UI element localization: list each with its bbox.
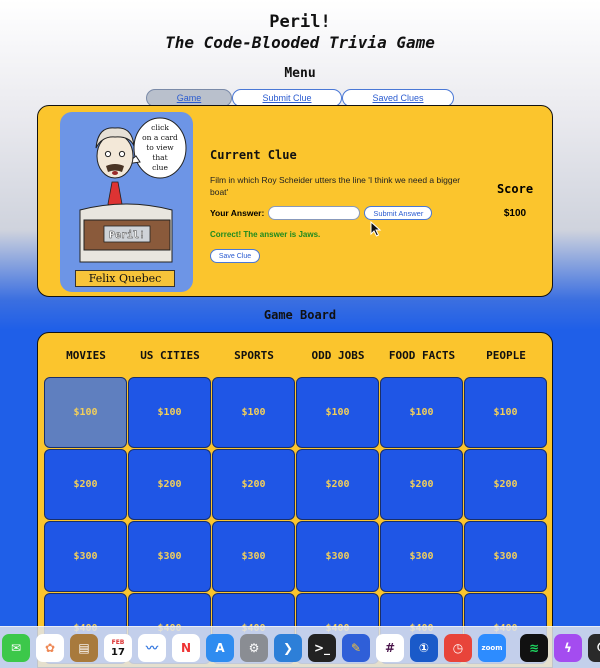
game-board: MOVIES US CITIES SPORTS ODD JOBS FOOD FA… [37, 332, 553, 668]
calendar-day: 17 [111, 646, 125, 658]
clue-text: Film in which Roy Scheider utters the li… [210, 175, 461, 197]
clue-panel: click on a card to view that clue Peril!… [37, 105, 553, 297]
category-row: MOVIES US CITIES SPORTS ODD JOBS FOOD FA… [44, 349, 552, 363]
system-settings-icon[interactable]: ⚙ [240, 633, 268, 662]
macos-dock: ✉ ✿ ▤ FEB 17 〰 N A ⚙ ❯ >_ ✎ # ① ◷ zoom ≋… [0, 626, 600, 668]
slack-icon[interactable]: # [376, 633, 404, 662]
app-store-icon[interactable]: A [206, 633, 234, 662]
clue-card[interactable]: $300 [212, 521, 295, 592]
host-caption: Felix Quebec [75, 270, 175, 287]
category-movies: MOVIES [66, 349, 106, 362]
zoom-icon[interactable]: zoom [478, 633, 506, 662]
save-clue-button[interactable]: Save Clue [210, 249, 260, 263]
clue-card[interactable]: $200 [44, 449, 127, 520]
clue-card[interactable]: $300 [44, 521, 127, 592]
clock-icon[interactable]: ◷ [444, 633, 472, 662]
pencil-app-icon[interactable]: ✎ [342, 633, 370, 662]
host-portrait: click on a card to view that clue Peril!… [60, 112, 193, 292]
clue-card[interactable]: $300 [380, 521, 463, 592]
app-subtitle: The Code-Blooded Trivia Game [165, 33, 435, 52]
clue-grid: $100 $100 $100 $100 $100 $100 $200 $200 … [44, 377, 552, 664]
menu-heading: Menu [284, 66, 316, 81]
category-us-cities: US CITIES [140, 349, 200, 362]
app-title: Peril! [269, 12, 331, 32]
clue-card[interactable]: $200 [380, 449, 463, 520]
messages-icon[interactable]: ✉ [2, 633, 30, 662]
host-illustration: click on a card to view that clue Peril! [79, 117, 187, 263]
clue-card[interactable]: $300 [128, 521, 211, 592]
spotify-icon[interactable]: ≋ [520, 633, 548, 662]
clue-card[interactable]: $100 [296, 377, 379, 448]
score-value: $100 [503, 208, 527, 219]
notes-app-icon[interactable]: ▤ [70, 633, 98, 662]
svg-text:click: click [151, 123, 169, 132]
score-label: Score [496, 182, 534, 196]
calendar-month: FEB [111, 638, 125, 646]
clue-card[interactable]: $200 [212, 449, 295, 520]
current-clue-area: Current Clue Film in which Roy Scheider … [210, 148, 470, 263]
vscode-icon[interactable]: ❯ [274, 633, 302, 662]
svg-text:on a card: on a card [142, 133, 178, 142]
clue-card[interactable]: $200 [128, 449, 211, 520]
score-box: Score $100 [490, 182, 540, 219]
power-icon[interactable]: ⏻ [588, 633, 600, 662]
clue-card[interactable]: $100 [464, 377, 547, 448]
game-board-title: Game Board [263, 308, 337, 322]
page-header: Peril! The Code-Blooded Trivia Game [0, 0, 600, 52]
news-icon[interactable]: N [172, 633, 200, 662]
svg-text:clue: clue [152, 163, 168, 172]
podium-label: Peril! [109, 229, 145, 241]
freeform-icon[interactable]: 〰 [138, 633, 166, 662]
answer-row: Your Answer: Submit Answer [210, 206, 470, 220]
1password-icon[interactable]: ① [410, 633, 438, 662]
submit-answer-button[interactable]: Submit Answer [364, 206, 433, 220]
svg-text:to view: to view [146, 143, 174, 152]
category-odd-jobs: ODD JOBS [311, 349, 365, 362]
clue-card[interactable]: $100 [128, 377, 211, 448]
clue-card[interactable]: $200 [464, 449, 547, 520]
answer-input[interactable] [268, 206, 361, 220]
photos-icon[interactable]: ✿ [36, 633, 64, 662]
current-clue-heading: Current Clue [210, 148, 297, 162]
category-sports: SPORTS [234, 349, 274, 362]
clue-card[interactable]: $300 [464, 521, 547, 592]
category-people: PEOPLE [486, 349, 526, 362]
clue-card[interactable]: $200 [296, 449, 379, 520]
category-food-facts: FOOD FACTS [388, 349, 456, 362]
calendar-icon[interactable]: FEB 17 [104, 633, 132, 662]
clue-card[interactable]: $100 [44, 377, 127, 448]
clue-card[interactable]: $100 [212, 377, 295, 448]
answer-label: Your Answer: [210, 208, 265, 218]
result-message: Correct! The answer is Jaws. [210, 230, 321, 239]
clue-card[interactable]: $300 [296, 521, 379, 592]
clue-card[interactable]: $100 [380, 377, 463, 448]
messenger-icon[interactable]: ϟ [554, 633, 582, 662]
svg-text:that: that [152, 153, 167, 162]
terminal-icon[interactable]: >_ [308, 633, 336, 662]
